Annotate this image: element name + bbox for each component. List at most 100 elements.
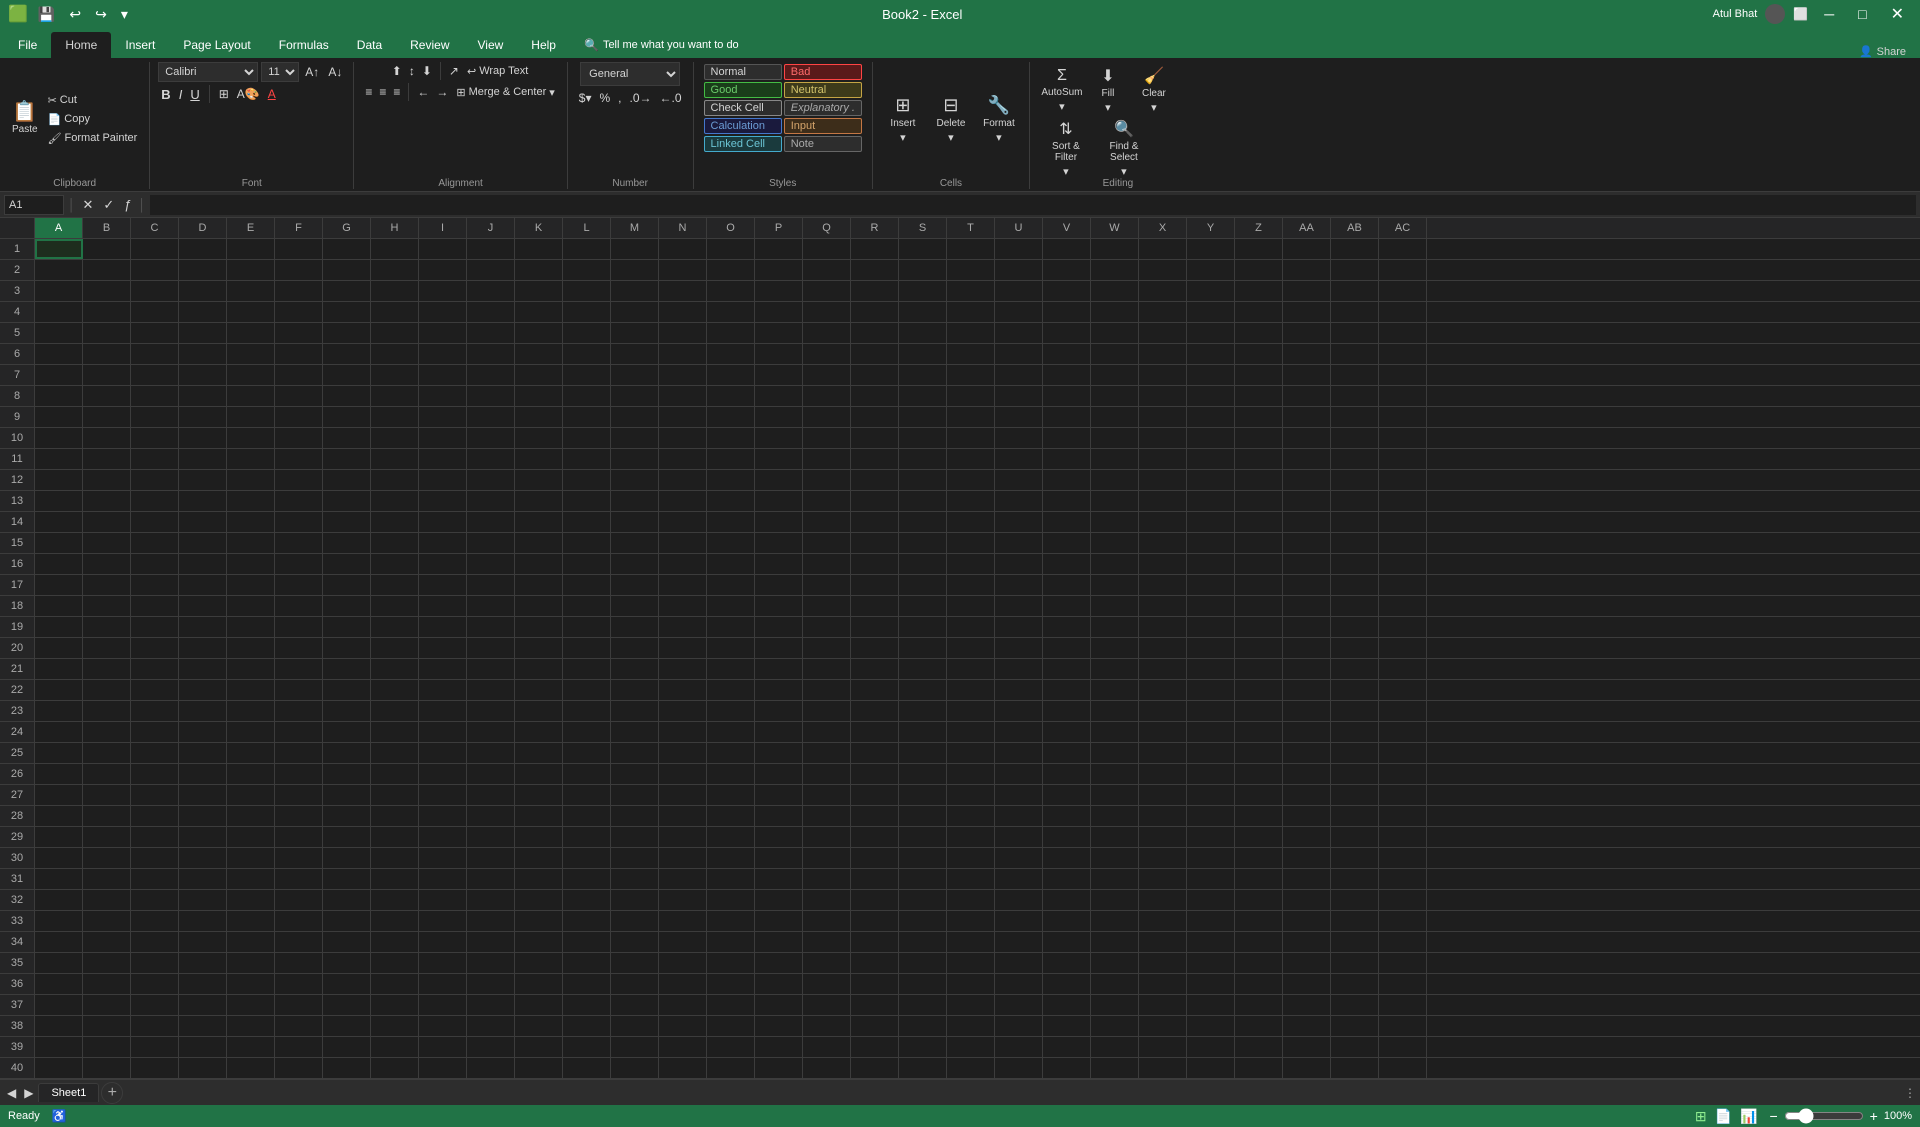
align-center-btn[interactable]: ≡ [376,83,389,101]
cell-AC39[interactable] [1379,1037,1427,1057]
cell-Q1[interactable] [803,239,851,259]
cell-E40[interactable] [227,1058,275,1078]
cell-S20[interactable] [899,638,947,658]
cell-V24[interactable] [1043,722,1091,742]
cell-E3[interactable] [227,281,275,301]
cell-K32[interactable] [515,890,563,910]
cell-Y19[interactable] [1187,617,1235,637]
cell-D5[interactable] [179,323,227,343]
cell-W31[interactable] [1091,869,1139,889]
cell-N28[interactable] [659,806,707,826]
cell-E13[interactable] [227,491,275,511]
cell-AB14[interactable] [1331,512,1379,532]
col-header-W[interactable]: W [1091,218,1139,238]
cell-B19[interactable] [83,617,131,637]
cell-N33[interactable] [659,911,707,931]
cell-X22[interactable] [1139,680,1187,700]
cell-S31[interactable] [899,869,947,889]
cell-D17[interactable] [179,575,227,595]
cell-E22[interactable] [227,680,275,700]
cell-AC23[interactable] [1379,701,1427,721]
cell-E39[interactable] [227,1037,275,1057]
cell-E6[interactable] [227,344,275,364]
cell-M8[interactable] [611,386,659,406]
cell-A24[interactable] [35,722,83,742]
cell-AB33[interactable] [1331,911,1379,931]
cell-Q11[interactable] [803,449,851,469]
cell-N25[interactable] [659,743,707,763]
cell-Z12[interactable] [1235,470,1283,490]
cell-H8[interactable] [371,386,419,406]
cell-Q8[interactable] [803,386,851,406]
cell-A5[interactable] [35,323,83,343]
cell-M39[interactable] [611,1037,659,1057]
cell-G33[interactable] [323,911,371,931]
cell-P7[interactable] [755,365,803,385]
cell-E28[interactable] [227,806,275,826]
cell-F16[interactable] [275,554,323,574]
cell-A19[interactable] [35,617,83,637]
col-header-K[interactable]: K [515,218,563,238]
cell-G17[interactable] [323,575,371,595]
cell-M25[interactable] [611,743,659,763]
cell-B24[interactable] [83,722,131,742]
cell-J12[interactable] [467,470,515,490]
cell-N26[interactable] [659,764,707,784]
cell-D34[interactable] [179,932,227,952]
cell-Z10[interactable] [1235,428,1283,448]
cell-F32[interactable] [275,890,323,910]
cut-button[interactable]: ✂ Cut [44,91,142,109]
cell-U33[interactable] [995,911,1043,931]
cell-M7[interactable] [611,365,659,385]
cell-W11[interactable] [1091,449,1139,469]
cell-B20[interactable] [83,638,131,658]
cell-T27[interactable] [947,785,995,805]
cell-P20[interactable] [755,638,803,658]
cell-V3[interactable] [1043,281,1091,301]
cell-T36[interactable] [947,974,995,994]
cell-P9[interactable] [755,407,803,427]
cell-S18[interactable] [899,596,947,616]
cell-M36[interactable] [611,974,659,994]
col-header-N[interactable]: N [659,218,707,238]
cell-Q29[interactable] [803,827,851,847]
cell-U22[interactable] [995,680,1043,700]
cell-O30[interactable] [707,848,755,868]
cell-V19[interactable] [1043,617,1091,637]
cell-B11[interactable] [83,449,131,469]
cell-U7[interactable] [995,365,1043,385]
row-number-26[interactable]: 26 [0,764,35,784]
cell-L27[interactable] [563,785,611,805]
cell-Y37[interactable] [1187,995,1235,1015]
cell-S5[interactable] [899,323,947,343]
cell-AC40[interactable] [1379,1058,1427,1078]
cell-I22[interactable] [419,680,467,700]
cell-O24[interactable] [707,722,755,742]
cell-D40[interactable] [179,1058,227,1078]
cell-Z32[interactable] [1235,890,1283,910]
minimize-btn[interactable]: ─ [1816,4,1842,24]
cell-I25[interactable] [419,743,467,763]
cell-D6[interactable] [179,344,227,364]
cell-Z4[interactable] [1235,302,1283,322]
cell-V25[interactable] [1043,743,1091,763]
cell-D37[interactable] [179,995,227,1015]
cell-J34[interactable] [467,932,515,952]
cell-H4[interactable] [371,302,419,322]
row-number-2[interactable]: 2 [0,260,35,280]
cell-V17[interactable] [1043,575,1091,595]
cell-Q27[interactable] [803,785,851,805]
cell-K34[interactable] [515,932,563,952]
cell-AC15[interactable] [1379,533,1427,553]
cell-U6[interactable] [995,344,1043,364]
cell-S3[interactable] [899,281,947,301]
cell-O28[interactable] [707,806,755,826]
cell-V1[interactable] [1043,239,1091,259]
cell-Q7[interactable] [803,365,851,385]
cell-F17[interactable] [275,575,323,595]
cell-O5[interactable] [707,323,755,343]
cell-Z1[interactable] [1235,239,1283,259]
grid-container[interactable]: 1234567891011121314151617181920212223242… [0,239,1920,1079]
cell-T31[interactable] [947,869,995,889]
cell-D9[interactable] [179,407,227,427]
